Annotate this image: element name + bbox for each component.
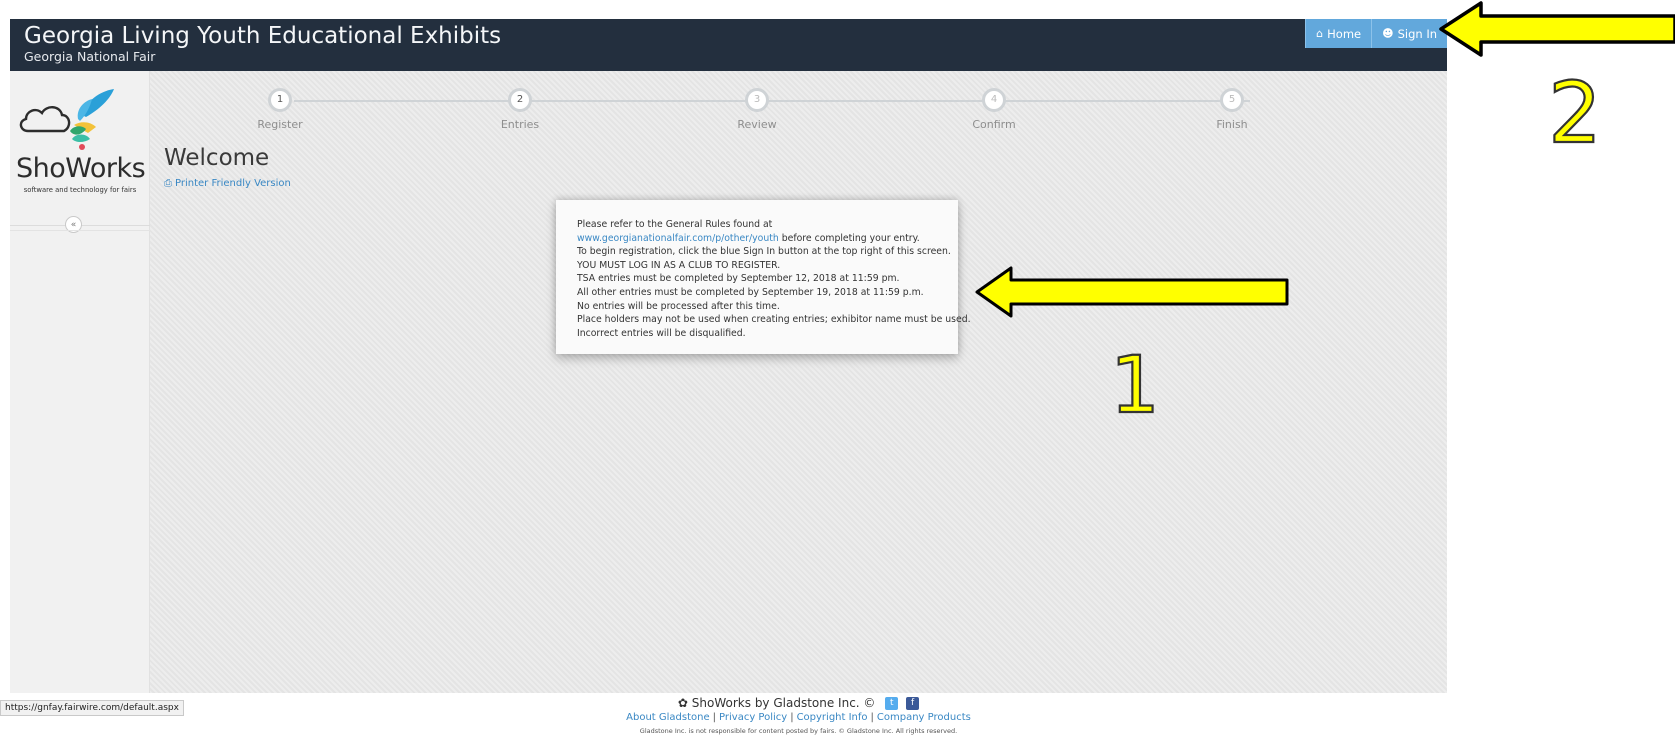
step-number: 3	[745, 88, 769, 112]
general-rules-link[interactable]: www.georgianationalfair.com/p/other/yout…	[577, 233, 779, 244]
twitter-icon[interactable]: t	[885, 697, 899, 710]
step-number: 2	[508, 88, 532, 112]
step-register: 1 Register	[220, 88, 340, 131]
notice-line: Incorrect entries will be disqualified.	[577, 327, 746, 339]
header-buttons: ⌂ Home ☻ Sign In	[1305, 19, 1447, 48]
step-label: Register	[257, 118, 303, 131]
footer-link-privacy[interactable]: Privacy Policy	[719, 712, 787, 723]
footer-separator: |	[712, 712, 717, 723]
step-finish: 5 Finish	[1172, 88, 1292, 131]
arrow-left-icon-1	[975, 266, 1289, 318]
annotation-number-1: 1	[1109, 342, 1161, 422]
footer-link-about[interactable]: About Gladstone	[626, 712, 710, 723]
step-review: 3 Review	[697, 88, 817, 131]
progress-steps: 1 Register 2 Entries 3 Review 4 Confirm …	[150, 71, 1447, 141]
footer-link-copyright[interactable]: Copyright Info	[797, 712, 868, 723]
footer-separator: |	[870, 712, 874, 723]
sidebar-divider-2	[10, 230, 150, 231]
browser-status-url: https://gnfay.fairwire.com/default.aspx	[0, 700, 184, 716]
home-label: Home	[1327, 26, 1362, 41]
annotation-label-1: 1	[1110, 342, 1160, 422]
step-number: 4	[982, 88, 1006, 112]
showorks-logo[interactable]: ShoWorks software and technology for fai…	[16, 85, 146, 195]
rabbit-icon: ✿	[677, 696, 688, 710]
printer-label: Printer Friendly Version	[175, 178, 291, 189]
logo-tagline: software and technology for fairs	[23, 186, 137, 194]
footer-brand: ✿ ShoWorks by Gladstone Inc. © t f	[150, 696, 1447, 710]
page-title: Welcome	[164, 145, 270, 171]
sidebar: ShoWorks software and technology for fai…	[10, 71, 150, 693]
footer-disclaimer: Gladstone Inc. is not responsible for co…	[639, 727, 958, 735]
notice-line: www.georgianationalfair.com/p/other/yout…	[577, 232, 958, 246]
notice-line: To begin registration, click the blue Si…	[577, 246, 951, 258]
annotation-number-2: 2	[1547, 68, 1603, 148]
site-subtitle: Georgia National Fair	[24, 49, 156, 64]
footer-brand-text: ShoWorks by Gladstone Inc. ©	[691, 696, 876, 710]
site-title: Georgia Living Youth Educational Exhibit…	[24, 23, 502, 49]
footer-separator: |	[790, 712, 794, 723]
home-icon: ⌂	[1316, 27, 1324, 40]
step-entries: 2 Entries	[460, 88, 580, 131]
footer-links: About Gladstone | Privacy Policy | Copyright…	[150, 712, 1447, 723]
top-header: Georgia Living Youth Educational Exhibit…	[10, 19, 1447, 71]
main-content: 1 Register 2 Entries 3 Review 4 Confirm …	[150, 71, 1447, 693]
arrow-left-icon-2	[1439, 1, 1675, 57]
notice-line-suffix: before completing your entry.	[778, 232, 920, 244]
app-frame: Georgia Living Youth Educational Exhibit…	[10, 19, 1447, 735]
sign-in-button[interactable]: ☻ Sign In	[1371, 19, 1447, 48]
notice-line: No entries will be processed after this …	[577, 300, 780, 312]
step-number: 1	[268, 88, 292, 112]
printer-friendly-link[interactable]: ⎙ Printer Friendly Version	[164, 178, 291, 189]
home-button[interactable]: ⌂ Home	[1305, 19, 1372, 48]
rabbit-cloud-logo-icon	[19, 89, 114, 150]
step-label: Confirm	[972, 118, 1016, 131]
notice-line: YOU MUST LOG IN AS A CLUB TO REGISTER.	[577, 259, 781, 271]
facebook-icon[interactable]: f	[906, 697, 920, 710]
step-label: Entries	[500, 118, 540, 131]
step-label: Review	[737, 118, 777, 131]
notice-line: TSA entries must be completed by Septemb…	[577, 273, 900, 285]
sign-in-label: Sign In	[1397, 26, 1437, 41]
printer-icon: ⎙	[164, 178, 172, 189]
step-number: 5	[1220, 88, 1244, 112]
step-confirm: 4 Confirm	[934, 88, 1054, 131]
logo-wordmark: ShoWorks	[16, 153, 146, 184]
annotation-label-2: 2	[1548, 68, 1601, 148]
notice-line: Place holders may not be used when creat…	[577, 314, 971, 326]
notice-line: Please refer to the General Rules found …	[577, 219, 773, 230]
footer-link-products[interactable]: Company Products	[877, 712, 971, 723]
notice-line: All other entries must be completed by S…	[577, 286, 924, 298]
registration-notice: Please refer to the General Rules found …	[556, 200, 971, 354]
footer: ✿ ShoWorks by Gladstone Inc. © t f About…	[150, 693, 1447, 735]
step-label: Finish	[1216, 118, 1248, 131]
user-icon: ☻	[1382, 27, 1394, 40]
